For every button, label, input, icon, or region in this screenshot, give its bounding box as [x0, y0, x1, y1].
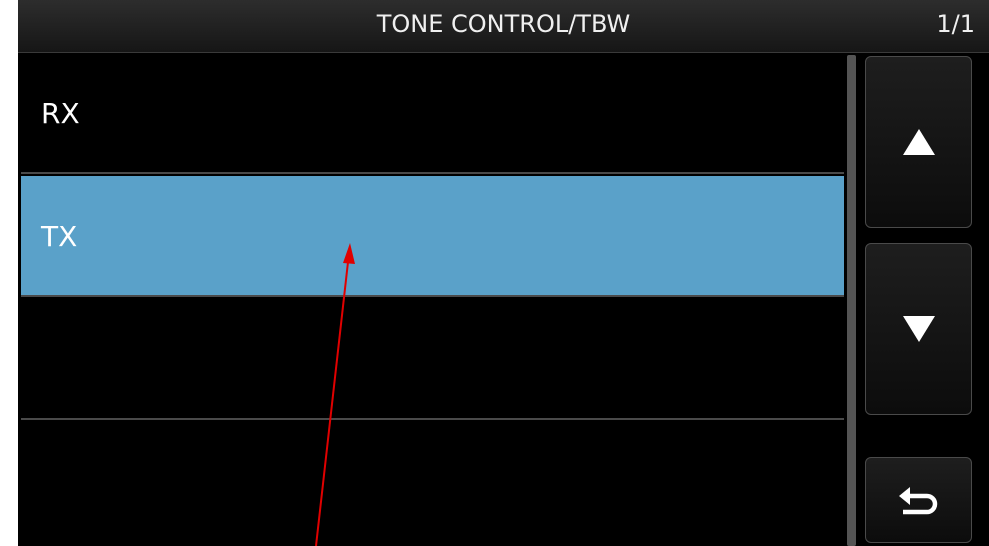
list-item-empty-2[interactable]: [21, 422, 844, 546]
radio-menu-screen: TONE CONTROL/TBW 1/1 RX TX: [18, 0, 989, 546]
menu-list: RX TX: [21, 53, 844, 546]
return-arrow-icon: [898, 487, 937, 515]
back-button[interactable]: [865, 457, 972, 543]
list-item-empty-1[interactable]: [21, 299, 844, 420]
scrollbar[interactable]: [847, 55, 856, 546]
title-bar: TONE CONTROL/TBW 1/1: [18, 0, 989, 53]
scroll-up-button[interactable]: [865, 56, 972, 228]
down-triangle-icon: [902, 316, 935, 342]
page-title: TONE CONTROL/TBW: [376, 10, 631, 38]
page-indicator: 1/1: [936, 10, 975, 38]
list-item-rx[interactable]: RX: [21, 53, 844, 174]
list-item-label: TX: [41, 220, 78, 253]
scroll-down-button[interactable]: [865, 243, 972, 415]
list-item-label: RX: [41, 97, 80, 130]
up-triangle-icon: [902, 129, 935, 155]
list-item-tx[interactable]: TX: [21, 176, 844, 297]
